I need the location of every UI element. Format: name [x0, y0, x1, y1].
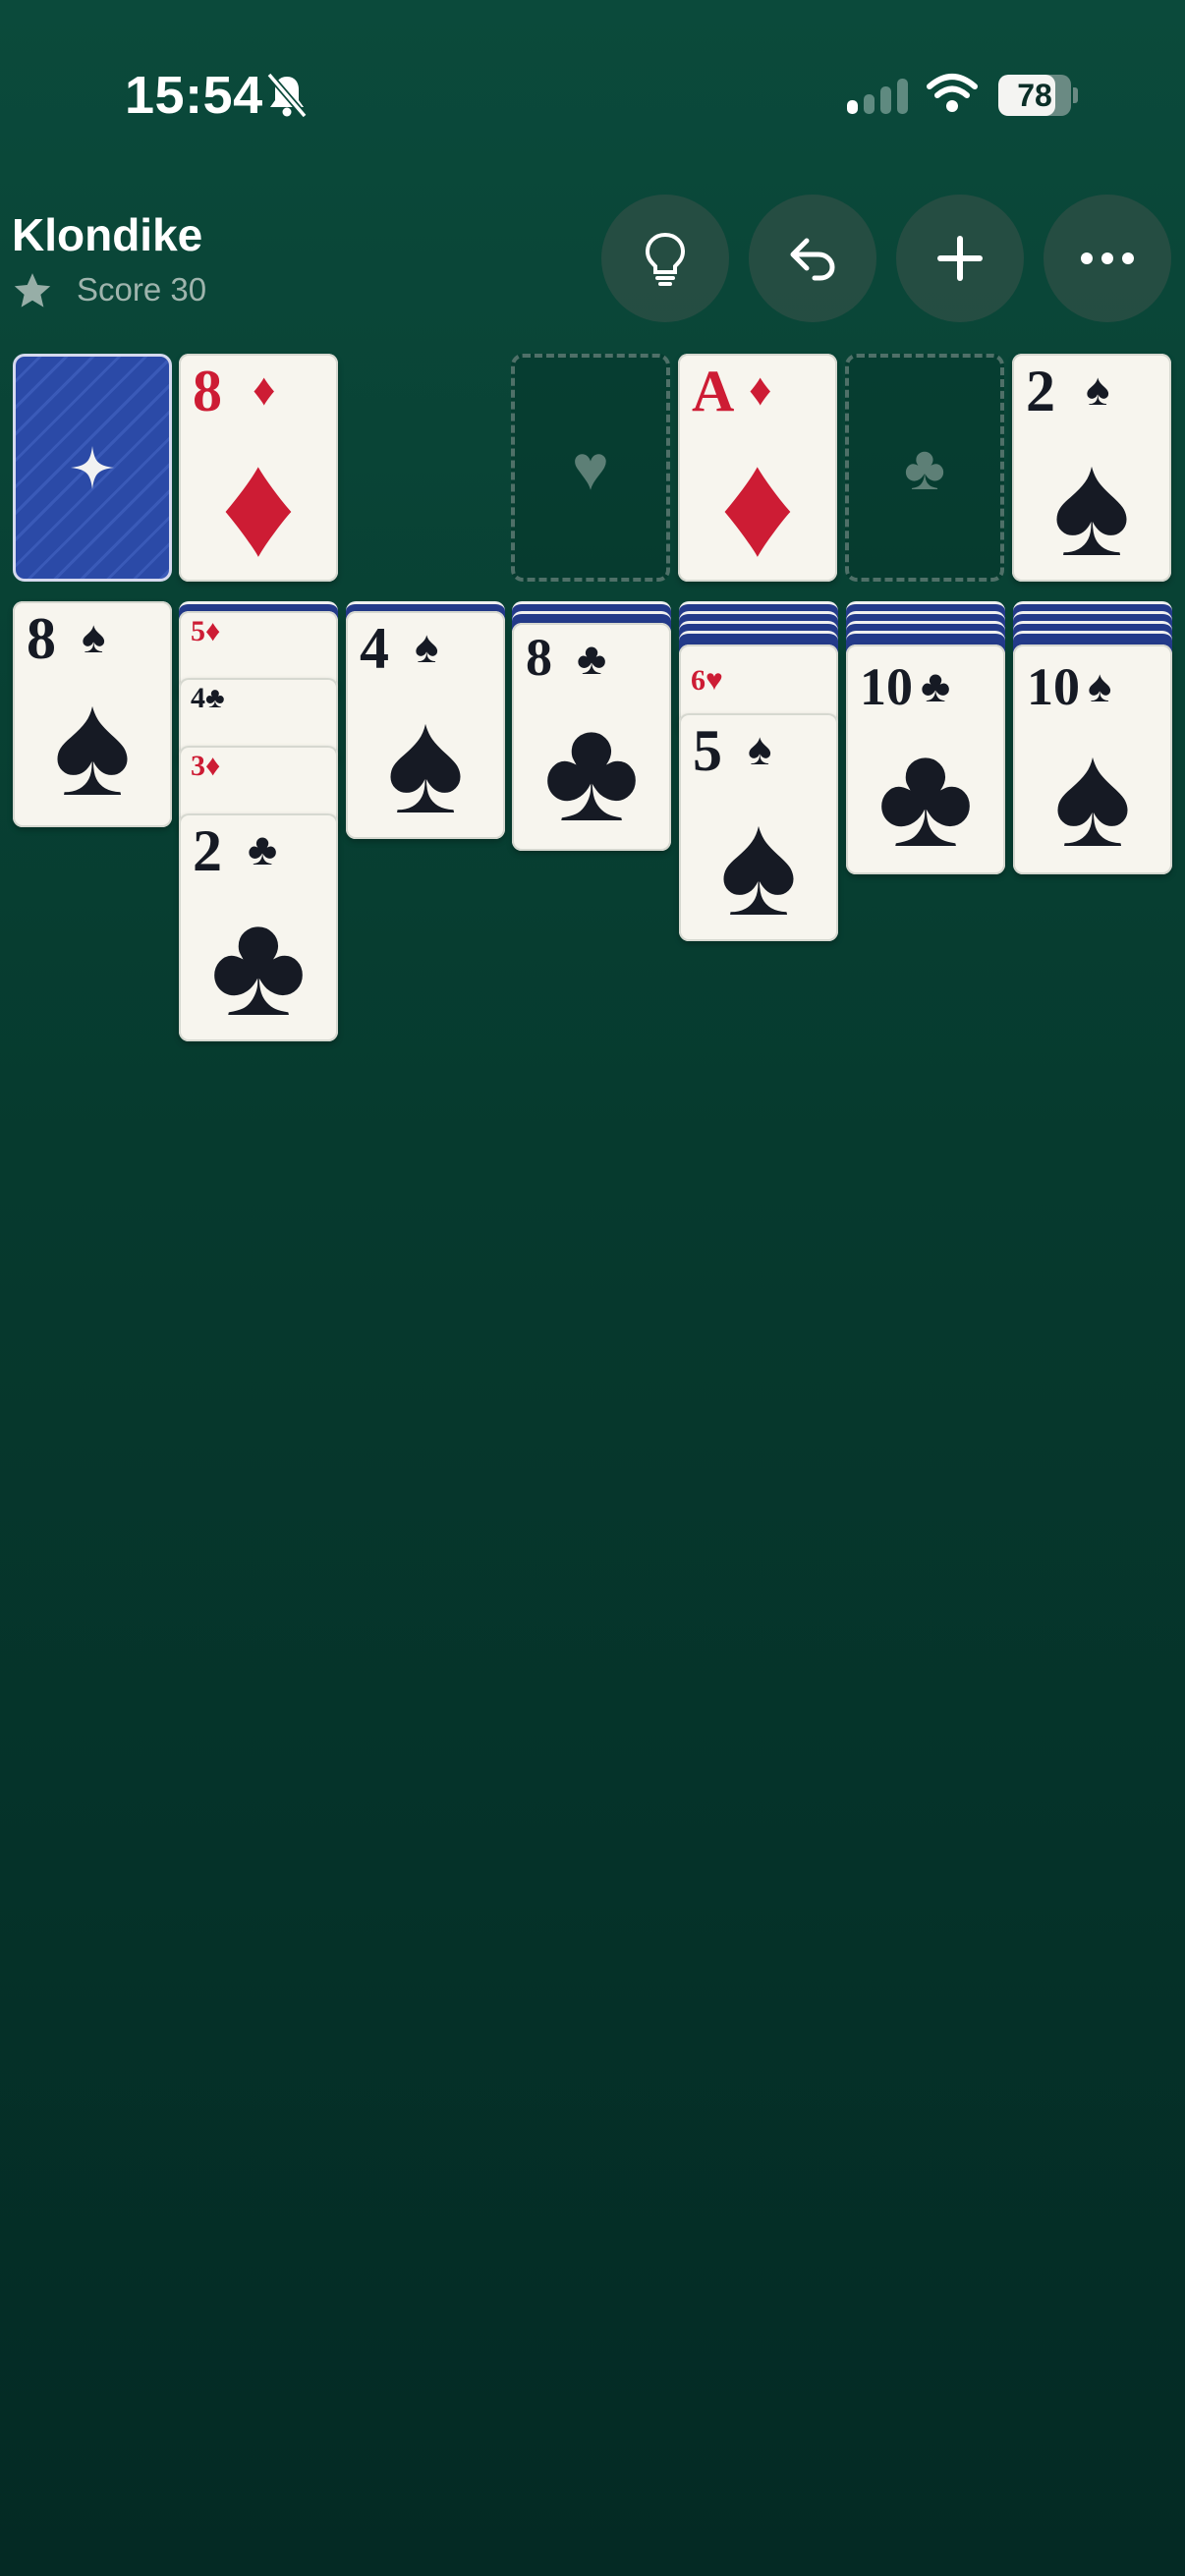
game-title: Klondike: [12, 209, 203, 260]
card-rank-suit: 5♦: [191, 615, 221, 647]
card-suit: ♦: [749, 364, 772, 415]
card-suit: ♠: [748, 724, 772, 774]
tableau-4-top-card[interactable]: 8 ♣ ♣: [512, 623, 671, 851]
undo-button[interactable]: [749, 195, 876, 322]
card-suit: ♠: [1088, 661, 1112, 711]
card-rank: 2: [193, 818, 222, 883]
tableau-3-top-card[interactable]: 4 ♠ ♠: [346, 611, 505, 839]
tableau-2-top-card[interactable]: 2 ♣ ♣: [179, 813, 338, 1041]
tableau-6-top-card[interactable]: 10 ♣ ♣: [846, 644, 1005, 874]
card-suit: ♠: [415, 622, 439, 672]
card-suit-large: ♦: [220, 424, 297, 582]
card-rank: 8: [526, 628, 552, 687]
club-placeholder-icon: ♣: [904, 432, 945, 503]
card-rank-suit: 4♣: [191, 682, 225, 714]
battery-percent: 78: [1017, 78, 1052, 113]
hint-button[interactable]: [601, 195, 729, 322]
card-rank: 8: [27, 606, 56, 671]
card-suit: ♦: [253, 364, 276, 415]
card-rank: 2: [1026, 359, 1055, 423]
card-suit-large: ♠: [1053, 715, 1132, 874]
new-game-button[interactable]: [896, 195, 1024, 322]
foundation-card-diamonds[interactable]: A ♦ ♦: [678, 354, 837, 582]
battery-indicator: 78: [998, 75, 1078, 116]
score-label: Score 30: [77, 271, 207, 308]
stock-pile[interactable]: [13, 354, 172, 582]
lightbulb-icon: [645, 232, 686, 286]
card-rank: 8: [193, 359, 222, 423]
tableau-5-top-card[interactable]: 5 ♠ ♠: [679, 713, 838, 941]
undo-icon: [790, 238, 835, 281]
foundation-slot-hearts[interactable]: ♥: [511, 354, 670, 582]
star-icon: [14, 273, 51, 308]
plus-icon: [937, 236, 983, 281]
card-rank: A: [692, 359, 735, 423]
status-time: 15:54: [125, 66, 263, 125]
card-suit: ♠: [82, 612, 106, 662]
waste-card[interactable]: 8 ♦ ♦: [179, 354, 338, 582]
tableau-7-top-card[interactable]: 10 ♠ ♠: [1013, 644, 1172, 874]
card-rank: 10: [1027, 657, 1080, 716]
card-rank: 5: [693, 718, 722, 783]
sparkle-icon: [71, 446, 114, 489]
foundation-slot-clubs[interactable]: ♣: [845, 354, 1004, 582]
card-suit-large: ♣: [209, 884, 308, 1041]
tableau-1-top-card[interactable]: 8 ♠ ♠: [13, 601, 172, 827]
wifi-icon: [927, 74, 978, 112]
card-suit: ♠: [1086, 364, 1110, 415]
more-button[interactable]: [1044, 195, 1171, 322]
bell-muted-icon: [266, 72, 308, 119]
heart-placeholder-icon: ♥: [572, 432, 609, 503]
card-suit: ♣: [921, 661, 951, 711]
more-dots-icon: [1081, 252, 1134, 264]
card-suit: ♣: [248, 824, 278, 874]
card-suit: ♣: [577, 634, 607, 684]
card-suit-large: ♣: [542, 690, 641, 851]
card-suit-large: ♦: [719, 424, 796, 582]
card-suit-large: ♠: [719, 784, 798, 941]
card-suit-large: ♠: [1052, 424, 1131, 582]
foundation-card-spades[interactable]: 2 ♠ ♠: [1012, 354, 1171, 582]
card-suit-large: ♠: [53, 664, 132, 827]
cell-signal-icon: [847, 79, 908, 114]
card-rank: 4: [360, 616, 389, 681]
card-rank-suit: 3♦: [191, 750, 221, 782]
card-rank-suit: 6♥: [691, 664, 723, 697]
card-rank: 10: [860, 657, 913, 716]
card-suit-large: ♠: [386, 682, 465, 839]
card-suit-large: ♣: [876, 715, 975, 874]
